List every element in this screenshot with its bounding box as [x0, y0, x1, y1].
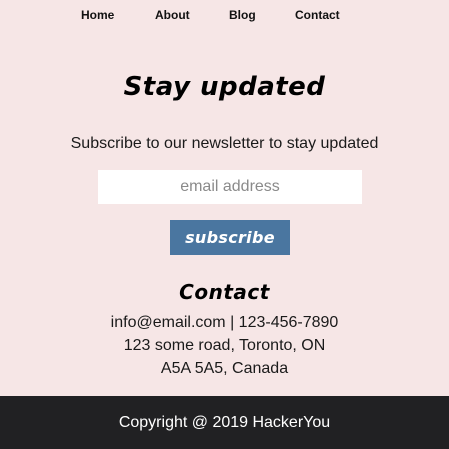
contact-heading: Contact — [179, 280, 270, 304]
nav-link-home[interactable]: Home — [81, 8, 114, 22]
nav-link-contact[interactable]: Contact — [295, 8, 340, 22]
contact-address-postal: A5A 5A5, Canada — [160, 360, 289, 377]
newsletter-subtext: Subscribe to our newsletter to stay upda… — [70, 135, 379, 152]
email-input[interactable] — [98, 170, 362, 204]
newsletter-heading: Stay updated — [123, 72, 326, 102]
page: Home About Blog Contact Stay updated Sub… — [0, 0, 449, 449]
footer-copyright: Copyright @ 2019 HackerYou — [118, 414, 331, 431]
nav-link-about[interactable]: About — [155, 8, 190, 22]
nav-link-blog[interactable]: Blog — [229, 8, 256, 22]
subscribe-button[interactable]: subscribe — [170, 220, 290, 255]
footer: Copyright @ 2019 HackerYou — [0, 396, 449, 449]
contact-email-phone: info@email.com | 123-456-7890 — [110, 314, 339, 331]
contact-address-street: 123 some road, Toronto, ON — [123, 337, 326, 354]
main-nav: Home About Blog Contact — [0, 8, 449, 24]
